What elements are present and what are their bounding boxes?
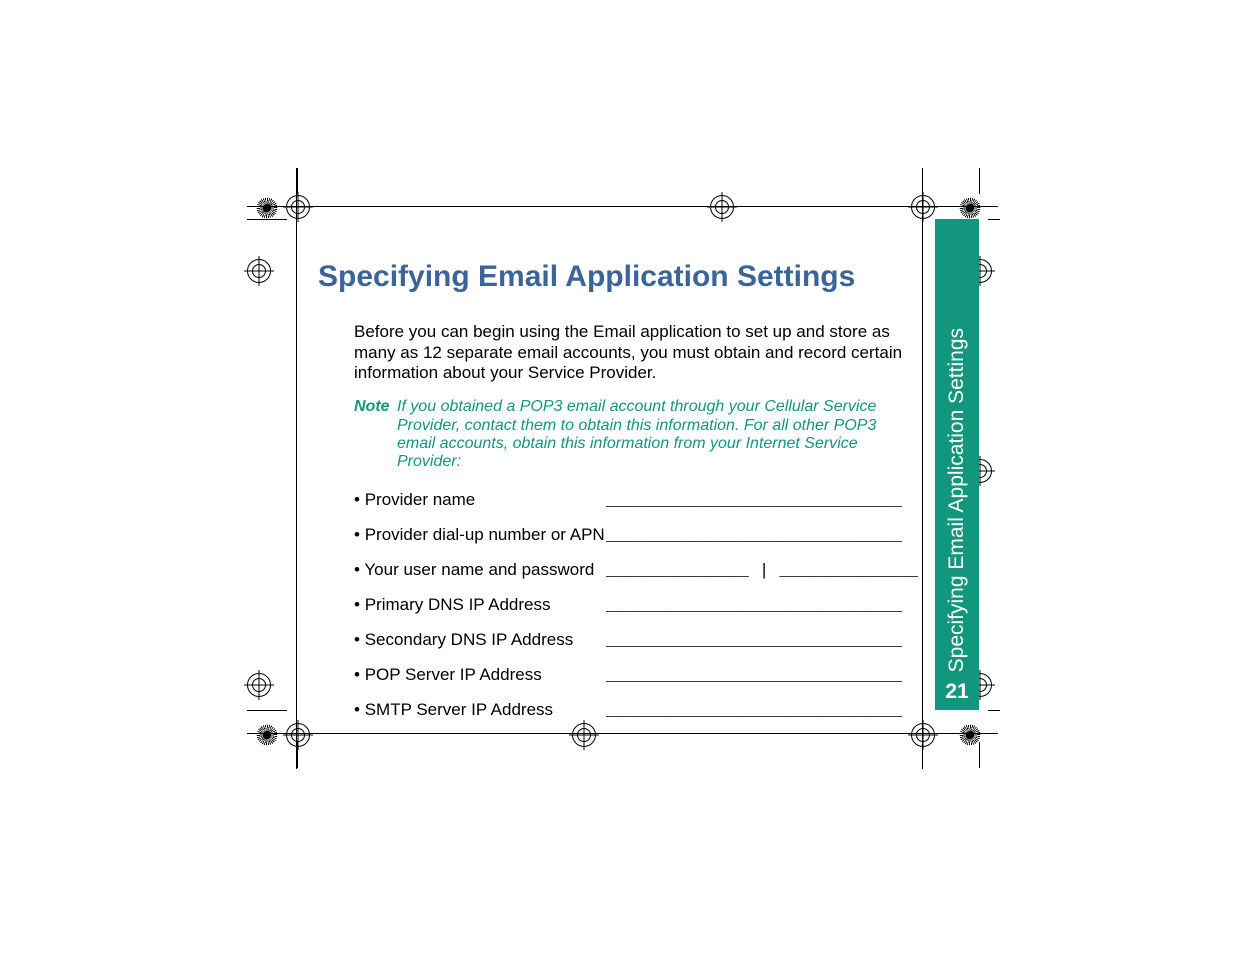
- field-row: POP Server IP Address __________________…: [354, 665, 918, 686]
- note-block: Note If you obtained a POP3 email accoun…: [354, 398, 918, 472]
- crop-mark: [247, 710, 287, 711]
- print-blob-icon: [255, 196, 279, 220]
- note-label: Note: [354, 398, 397, 416]
- print-blob-icon: [958, 723, 982, 747]
- field-label: POP Server IP Address: [354, 665, 606, 685]
- registration-mark: [244, 256, 274, 286]
- field-row: Primary DNS IP Address _________________…: [354, 595, 918, 616]
- field-label: Primary DNS IP Address: [354, 595, 606, 615]
- rule-top: [247, 206, 998, 207]
- field-row: Your user name and password ____________…: [354, 560, 918, 581]
- field-blank-line: _____________________________: [606, 702, 918, 721]
- rule-left: [296, 168, 297, 769]
- page-content: Specifying Email Application Settings Be…: [318, 260, 918, 735]
- crop-mark: [988, 219, 1000, 220]
- field-blank-line: _____________________________: [606, 632, 918, 651]
- field-blank-line: _____________________________: [606, 527, 918, 546]
- field-row: Provider name __________________________…: [354, 490, 918, 511]
- note-text: If you obtained a POP3 email account thr…: [397, 398, 918, 472]
- field-row: Secondary DNS IP Address _______________…: [354, 630, 918, 651]
- field-row: SMTP Server IP Address _________________…: [354, 700, 918, 721]
- side-tab-title: Specifying Email Application Settings: [945, 328, 969, 672]
- registration-mark: [283, 720, 313, 750]
- crop-mark: [979, 168, 980, 194]
- registration-mark: [707, 192, 737, 222]
- field-blank-line: _____________________________: [606, 492, 918, 511]
- rule-right: [922, 168, 923, 769]
- field-label: Your user name and password: [354, 560, 606, 580]
- registration-mark: [908, 192, 938, 222]
- registration-mark: [283, 192, 313, 222]
- intro-paragraph: Before you can begin using the Email app…: [354, 322, 918, 384]
- print-blob-icon: [958, 196, 982, 220]
- page-title: Specifying Email Application Settings: [318, 260, 918, 294]
- field-label: Secondary DNS IP Address: [354, 630, 606, 650]
- print-blob-icon: [255, 723, 279, 747]
- field-label: Provider dial-up number or APN: [354, 525, 606, 545]
- field-blank-line: _____________________________: [606, 667, 918, 686]
- field-row: Provider dial-up number or APN _________…: [354, 525, 918, 546]
- crop-mark: [297, 168, 298, 194]
- registration-mark: [244, 670, 274, 700]
- field-label: SMTP Server IP Address: [354, 700, 606, 720]
- page-number: 21: [935, 680, 979, 704]
- field-blank-line: ______________ | ______________: [606, 562, 918, 581]
- side-tab: Specifying Email Application Settings 21: [935, 219, 979, 710]
- field-list: Provider name __________________________…: [354, 490, 918, 721]
- field-blank-line: _____________________________: [606, 597, 918, 616]
- crop-mark: [979, 742, 980, 768]
- field-label: Provider name: [354, 490, 606, 510]
- crop-mark: [988, 710, 1000, 711]
